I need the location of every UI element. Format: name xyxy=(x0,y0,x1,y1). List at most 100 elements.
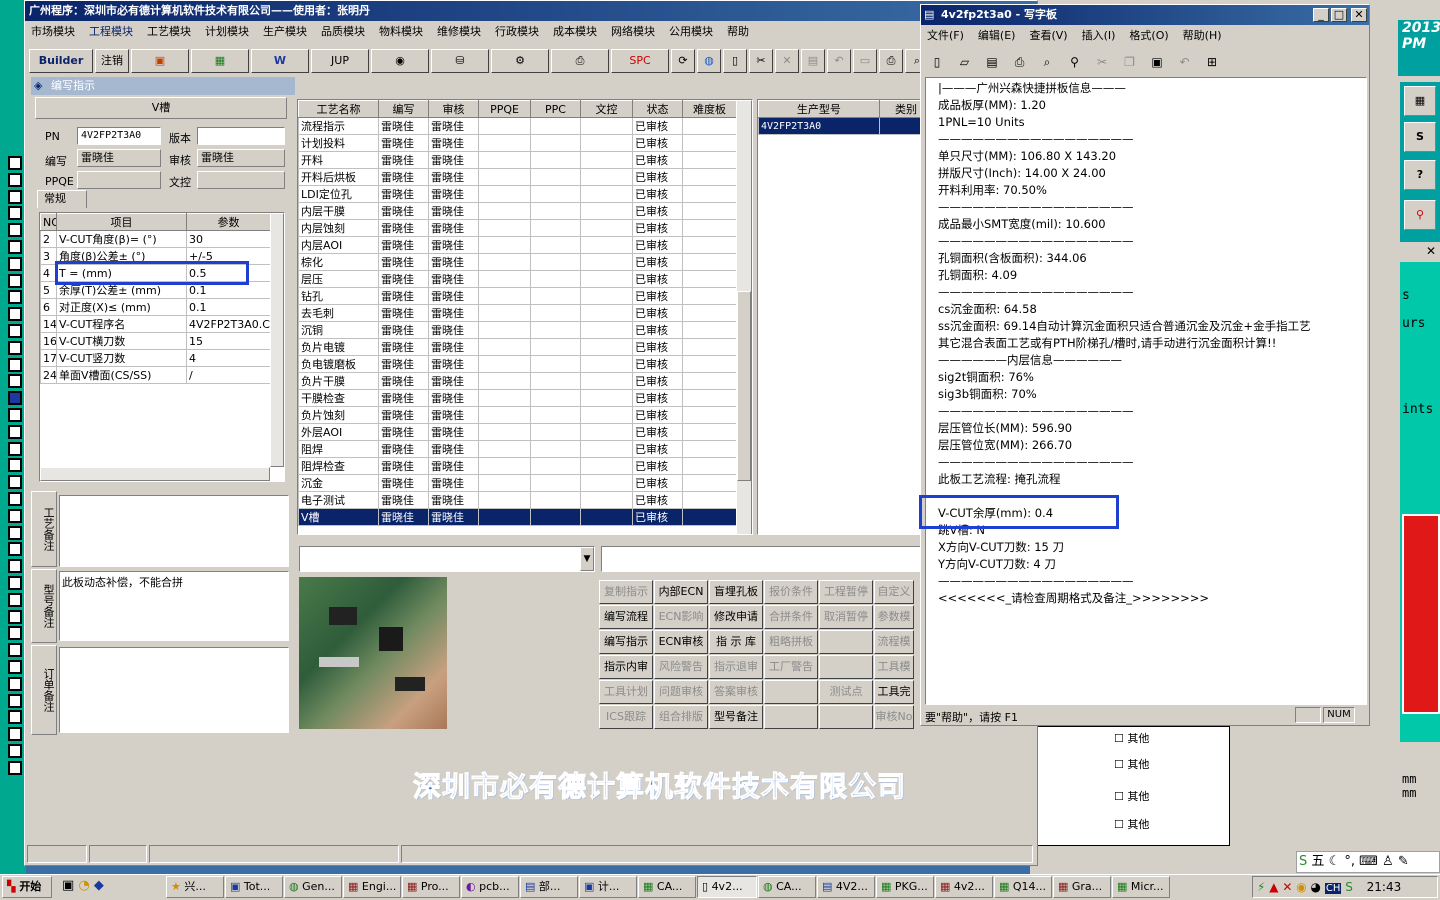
action-button[interactable]: 指 示 库 xyxy=(709,630,763,654)
ppt-icon[interactable]: ▣ xyxy=(131,49,189,73)
print-icon[interactable]: ⎙ xyxy=(1009,51,1031,73)
taskbar-item[interactable]: ◍ CA... xyxy=(758,876,816,898)
action-button[interactable]: 合拼条件 xyxy=(764,605,818,629)
col-header[interactable]: 难度板 xyxy=(682,100,737,118)
copy-icon[interactable]: ❐ xyxy=(1119,51,1141,73)
moon-icon[interactable]: ☾ xyxy=(1329,854,1341,869)
side-toggle-icon[interactable] xyxy=(8,189,22,204)
side-toggle-icon[interactable] xyxy=(8,676,22,691)
ime-mode[interactable]: 五 xyxy=(1311,854,1324,869)
side-tool-3[interactable]: ⚲ xyxy=(1404,200,1436,230)
side-toggle-icon[interactable] xyxy=(8,441,22,456)
side-toggle-icon[interactable] xyxy=(8,744,22,758)
taskbar-item[interactable]: ▯ 4v2... xyxy=(697,876,757,898)
scroll-thumb[interactable] xyxy=(737,291,751,481)
col-header[interactable]: 编写 xyxy=(378,100,429,118)
menu-item[interactable]: 帮助 xyxy=(727,25,749,38)
language-indicator[interactable]: CH xyxy=(1324,883,1342,894)
table-row[interactable]: 阻焊 雷晓佳 雷晓佳 已审核 xyxy=(298,440,737,458)
table-row[interactable]: 负片干膜 雷晓佳 雷晓佳 已审核 xyxy=(298,372,737,390)
action-button[interactable]: 测试点 xyxy=(819,680,873,704)
cut-icon[interactable]: ✂ xyxy=(749,49,773,73)
table-row[interactable]: 开料 雷晓佳 雷晓佳 已审核 xyxy=(298,151,737,169)
col-header[interactable]: NO xyxy=(40,213,57,231)
taskbar-item[interactable]: ▦ Gra... xyxy=(1053,876,1111,898)
table-row[interactable]: 14 V-CUT程序名 4V2FP2T3A0.CS xyxy=(40,315,271,333)
action-button[interactable]: 盲埋孔板 xyxy=(709,580,763,604)
side-toggle-icon[interactable] xyxy=(8,660,22,674)
side-toggle-icon[interactable] xyxy=(8,206,22,221)
side-toggle-icon[interactable] xyxy=(8,559,22,574)
menu-item[interactable]: 工程模块 xyxy=(89,25,133,38)
col-header[interactable]: 工艺名称 xyxy=(298,100,379,118)
side-toggle-icon[interactable] xyxy=(8,626,22,641)
side-toggle-icon[interactable] xyxy=(8,542,22,557)
ime-logo-icon[interactable]: S xyxy=(1299,854,1307,869)
other-checkbox[interactable]: ☐ 其他 xyxy=(1114,816,1149,832)
new-doc-icon[interactable]: ▯ xyxy=(723,49,747,73)
col-header[interactable]: PPC xyxy=(530,100,581,118)
action-button[interactable] xyxy=(764,680,818,704)
menu-item[interactable]: 行政模块 xyxy=(495,25,539,38)
punct-icon[interactable]: °, xyxy=(1344,854,1355,869)
tray-icon[interactable]: ✕ xyxy=(1282,880,1292,894)
action-button[interactable] xyxy=(819,630,873,654)
tray-icon[interactable]: ◉ xyxy=(1296,880,1306,894)
model-remark-box[interactable]: 此板动态补偿，不能合拼 xyxy=(59,571,289,641)
col-header[interactable]: 项目 xyxy=(56,213,187,231)
tray-icon[interactable]: ⚡ xyxy=(1257,880,1265,894)
action-button[interactable]: 指示退审 xyxy=(709,655,763,679)
side-toggle-icon[interactable] xyxy=(8,609,22,624)
action-button[interactable]: 指示内审 xyxy=(599,655,653,679)
eye-icon[interactable]: ◉ xyxy=(371,49,429,73)
side-toggle-icon[interactable] xyxy=(8,256,22,271)
table-row[interactable]: 电子测试 雷晓佳 雷晓佳 已审核 xyxy=(298,491,737,509)
action-button[interactable]: 参数模 xyxy=(874,605,914,629)
action-button[interactable]: 工具完 xyxy=(874,680,914,704)
table-row[interactable]: 去毛刺 雷晓佳 雷晓佳 已审核 xyxy=(298,304,737,322)
side-toggle-icon[interactable] xyxy=(8,273,22,288)
excel-icon[interactable]: ▦ xyxy=(191,49,249,73)
col-header[interactable]: 审核 xyxy=(428,100,479,118)
side-toggle-icon[interactable] xyxy=(8,424,22,439)
table-row[interactable]: 开料后烘板 雷晓佳 雷晓佳 已审核 xyxy=(298,168,737,186)
action-button[interactable]: ECN影响 xyxy=(654,605,708,629)
table-row[interactable]: 17 V-CUT竖刀数 4 xyxy=(40,349,271,367)
table-row[interactable]: LDI定位孔 雷晓佳 雷晓佳 已审核 xyxy=(298,185,737,203)
process-remark-box[interactable] xyxy=(59,495,289,567)
side-toggle-icon[interactable] xyxy=(8,592,22,607)
taskbar-item[interactable]: ▣ 计... xyxy=(579,876,637,898)
table-row[interactable]: 内层干膜 雷晓佳 雷晓佳 已审核 xyxy=(298,202,737,220)
filter-dropdown[interactable]: ▼ xyxy=(299,546,595,572)
chevron-down-icon[interactable]: ▼ xyxy=(580,547,594,571)
taskbar-item[interactable]: ▦ CA... xyxy=(638,876,696,898)
table-row[interactable]: 2 V-CUT角度(β)= (°) 30 xyxy=(40,230,271,248)
table-row[interactable]: V槽 雷晓佳 雷晓佳 已审核 xyxy=(298,508,737,526)
side-toggle-icon[interactable] xyxy=(8,693,22,708)
table-row[interactable]: 钻孔 雷晓佳 雷晓佳 已审核 xyxy=(298,287,737,305)
side-toggle-icon[interactable] xyxy=(8,307,22,322)
new-icon[interactable]: ▯ xyxy=(926,51,948,73)
action-button[interactable]: 风险警告 xyxy=(654,655,708,679)
side-toggle-icon[interactable] xyxy=(8,458,22,473)
undo-icon[interactable]: ↶ xyxy=(1174,51,1196,73)
save-icon[interactable]: ▤ xyxy=(801,49,825,73)
gear-icon[interactable]: ⚙ xyxy=(491,49,549,73)
builder-button[interactable]: Builder xyxy=(29,49,93,73)
taskbar-item[interactable]: ▦ Q14... xyxy=(994,876,1052,898)
taskbar-item[interactable]: ▤ 4V2... xyxy=(817,876,875,898)
action-button[interactable] xyxy=(764,705,818,729)
action-button[interactable]: 编写流程 xyxy=(599,605,653,629)
spc-button[interactable]: SPC xyxy=(611,49,669,73)
start-button[interactable]: ▚ 开始 xyxy=(2,876,52,898)
side-toggle-icon[interactable] xyxy=(8,223,22,238)
minimize-button[interactable]: _ xyxy=(1313,8,1329,22)
help-icon[interactable]: ? xyxy=(1404,160,1436,190)
taskbar-item[interactable]: ▦ 4v2... xyxy=(935,876,993,898)
side-toggle-icon[interactable] xyxy=(8,408,22,422)
taskbar-item[interactable]: ◐ pcb... xyxy=(461,876,519,898)
menu-item[interactable]: 文件(F) xyxy=(927,29,964,42)
side-toggle-icon[interactable] xyxy=(8,324,22,338)
other-checkbox[interactable]: ☐ 其他 xyxy=(1114,730,1149,746)
table-row[interactable]: 计划投料 雷晓佳 雷晓佳 已审核 xyxy=(298,134,737,152)
